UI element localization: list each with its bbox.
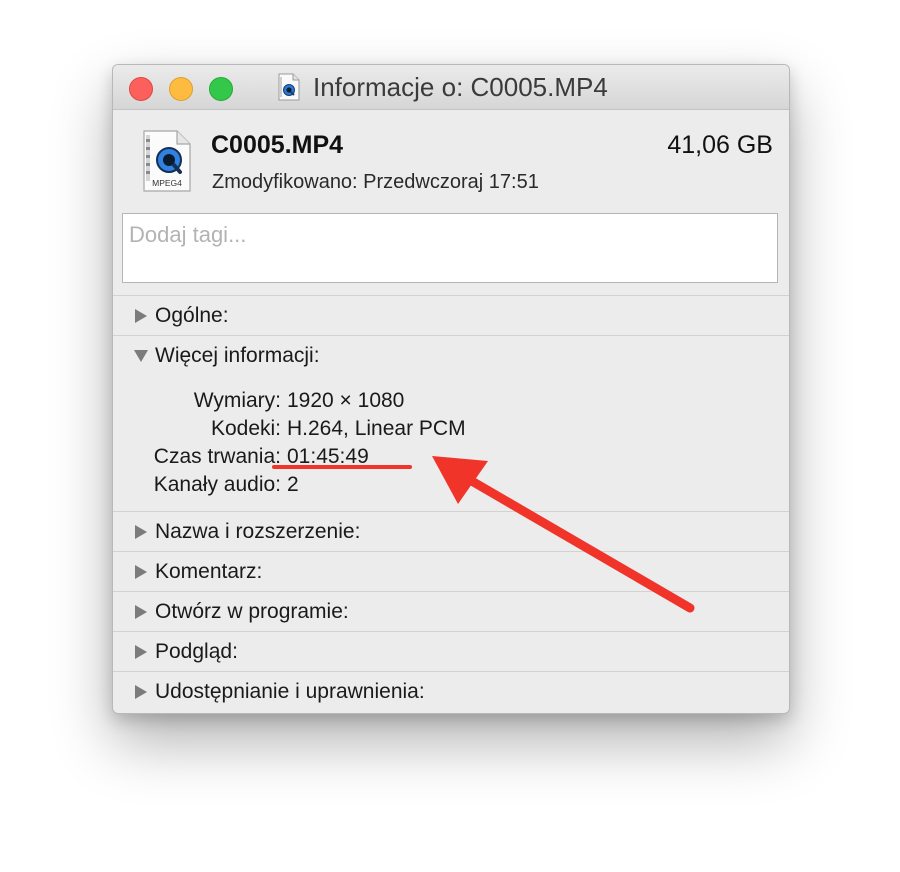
quicktime-mpeg4-file-icon: MPEG4 <box>143 130 191 192</box>
audio-channels-label: Kanały audio: <box>153 473 281 496</box>
file-icon-label: MPEG4 <box>152 178 182 188</box>
more-info-details: Wymiary: 1920 × 1080 Kodeki: H.264, Line… <box>137 387 537 499</box>
tags-input[interactable] <box>122 213 778 283</box>
zoom-button[interactable] <box>209 77 233 101</box>
window-title-group: Informacje o: C0005.MP4 <box>277 71 608 102</box>
section-general-label: Ogólne: <box>155 304 229 327</box>
disclosure-triangle-right-icon[interactable] <box>131 682 151 702</box>
file-size: 41,06 GB <box>667 131 773 159</box>
disclosure-triangle-right-icon[interactable] <box>131 562 151 582</box>
file-name: C0005.MP4 <box>211 131 344 159</box>
section-sharing-permissions-label: Udostępnianie i uprawnienia: <box>155 680 425 703</box>
duration-label: Czas trwania: <box>153 445 281 468</box>
section-more-info[interactable]: Więcej informacji: <box>113 335 789 376</box>
disclosure-triangle-right-icon[interactable] <box>131 602 151 622</box>
dimensions-value: 1920 × 1080 <box>287 389 405 412</box>
section-name-extension[interactable]: Nazwa i rozszerzenie: <box>113 511 789 552</box>
codecs-value: H.264, Linear PCM <box>287 417 466 440</box>
disclosure-triangle-right-icon[interactable] <box>131 306 151 326</box>
file-header: MPEG4 C0005.MP4 Zmodyfikowano: Przedwczo… <box>113 109 789 209</box>
section-preview[interactable]: Podgląd: <box>113 631 789 672</box>
mpeg4-file-icon <box>278 73 300 101</box>
disclosure-triangle-right-icon[interactable] <box>131 642 151 662</box>
window-title: Informacje o: C0005.MP4 <box>313 71 608 102</box>
section-comment-label: Komentarz: <box>155 560 263 583</box>
codecs-label: Kodeki: <box>210 417 281 440</box>
section-general[interactable]: Ogólne: <box>113 295 789 336</box>
audio-channels-value: 2 <box>287 473 299 496</box>
section-name-extension-label: Nazwa i rozszerzenie: <box>155 520 361 543</box>
disclosure-triangle-down-icon[interactable] <box>131 346 151 366</box>
section-preview-label: Podgląd: <box>155 640 238 663</box>
section-sharing-permissions[interactable]: Udostępnianie i uprawnienia: <box>113 671 789 712</box>
disclosure-triangle-right-icon[interactable] <box>131 522 151 542</box>
section-open-with[interactable]: Otwórz w programie: <box>113 591 789 632</box>
section-more-info-label: Więcej informacji: <box>155 344 320 367</box>
get-info-window: Informacje o: C0005.MP4 MPEG4 C0005.MP4 … <box>112 64 790 714</box>
section-open-with-label: Otwórz w programie: <box>155 600 349 623</box>
section-comment[interactable]: Komentarz: <box>113 551 789 592</box>
dimensions-label: Wymiary: <box>193 389 281 412</box>
title-bar[interactable]: Informacje o: C0005.MP4 <box>113 65 789 110</box>
close-button[interactable] <box>129 77 153 101</box>
minimize-button[interactable] <box>169 77 193 101</box>
duration-value: 01:45:49 <box>287 445 369 468</box>
file-modified-date: Zmodyfikowano: Przedwczoraj 17:51 <box>212 171 539 193</box>
